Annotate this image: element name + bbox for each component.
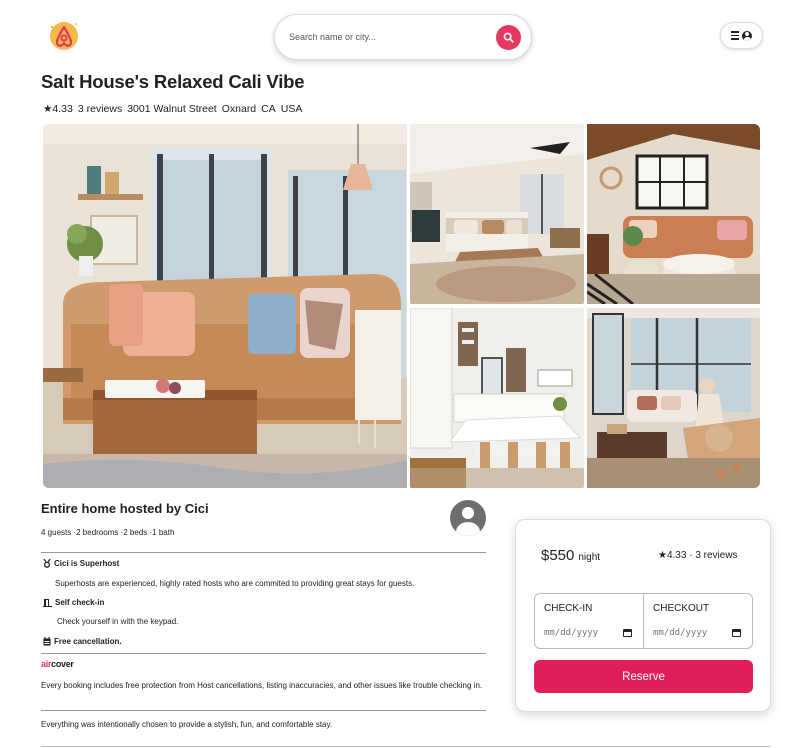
- address-country: USA: [280, 103, 303, 115]
- host-avatar[interactable]: [450, 500, 486, 536]
- address-street: 3001 Walnut Street: [127, 103, 217, 115]
- kitchen-photo[interactable]: [410, 308, 584, 488]
- superhost-feature: Cici is Superhost: [43, 559, 119, 568]
- search-icon: [503, 32, 514, 43]
- address-city: Oxnard: [221, 103, 257, 115]
- checkin-field[interactable]: CHECK-IN: [535, 594, 643, 648]
- nightly-price: $550 night: [541, 547, 600, 564]
- living-room-photo[interactable]: [43, 124, 407, 488]
- review-count[interactable]: 3 reviews: [78, 103, 122, 115]
- listing-summary: Everything was intentionally chosen to p…: [41, 720, 333, 729]
- user-menu-button[interactable]: [720, 22, 763, 49]
- price-amount: $550: [541, 547, 575, 564]
- aircover-description: Every booking includes free protection f…: [41, 681, 483, 690]
- hamburger-icon: [731, 31, 739, 40]
- feature-title: Free cancellation.: [54, 637, 122, 646]
- search-input[interactable]: [289, 27, 489, 47]
- free-cancellation-feature: Free cancellation.: [43, 637, 122, 646]
- checkout-field[interactable]: CHECKOUT: [643, 594, 752, 648]
- rating: ★4.33: [43, 103, 73, 115]
- checkout-label: CHECKOUT: [653, 603, 710, 614]
- calendar-icon[interactable]: [732, 629, 741, 637]
- door-icon: [43, 599, 52, 607]
- reserve-button[interactable]: Reserve: [534, 660, 753, 693]
- listing-meta: ★4.33 3 reviews 3001 Walnut Street Oxnar…: [43, 103, 302, 115]
- checkin-input[interactable]: [544, 625, 634, 641]
- host-title: Entire home hosted by Cici: [41, 501, 209, 516]
- search-bar: [274, 14, 532, 60]
- lounge-photo[interactable]: [587, 124, 760, 304]
- logo-icon[interactable]: [46, 18, 82, 54]
- aircover-logo: aircover: [41, 659, 74, 669]
- calendar-icon: [43, 637, 51, 646]
- calendar-icon[interactable]: [623, 629, 632, 637]
- bedroom-photo[interactable]: [410, 124, 584, 304]
- divider: [41, 746, 770, 747]
- user-icon: [742, 30, 752, 41]
- host-details: 4 guests ·2 bedrooms ·2 beds ·1 bath: [41, 528, 175, 537]
- top-nav: [0, 0, 800, 72]
- listing-title: Salt House's Relaxed Cali Vibe: [41, 71, 305, 92]
- checkout-input[interactable]: [653, 625, 743, 641]
- date-picker: CHECK-IN CHECKOUT: [534, 593, 753, 649]
- family-room-photo[interactable]: [587, 308, 760, 488]
- search-button[interactable]: [496, 25, 521, 50]
- divider: [41, 653, 486, 654]
- card-rating: ★4.33 · 3 reviews: [658, 550, 738, 561]
- booking-card: $550 night ★4.33 · 3 reviews CHECK-IN CH…: [515, 519, 771, 712]
- medal-icon: [43, 559, 51, 568]
- divider: [41, 710, 486, 711]
- feature-description: Check yourself in with the keypad.: [57, 617, 179, 626]
- photo-gallery: [43, 124, 760, 488]
- price-unit: night: [578, 552, 601, 563]
- feature-description: Superhosts are experienced, highly rated…: [55, 579, 415, 588]
- self-checkin-feature: Self check-in: [43, 598, 104, 607]
- checkin-label: CHECK-IN: [544, 603, 593, 614]
- divider: [41, 552, 486, 553]
- feature-title: Cici is Superhost: [54, 559, 120, 568]
- address-state: CA: [261, 103, 276, 115]
- feature-title: Self check-in: [55, 598, 105, 607]
